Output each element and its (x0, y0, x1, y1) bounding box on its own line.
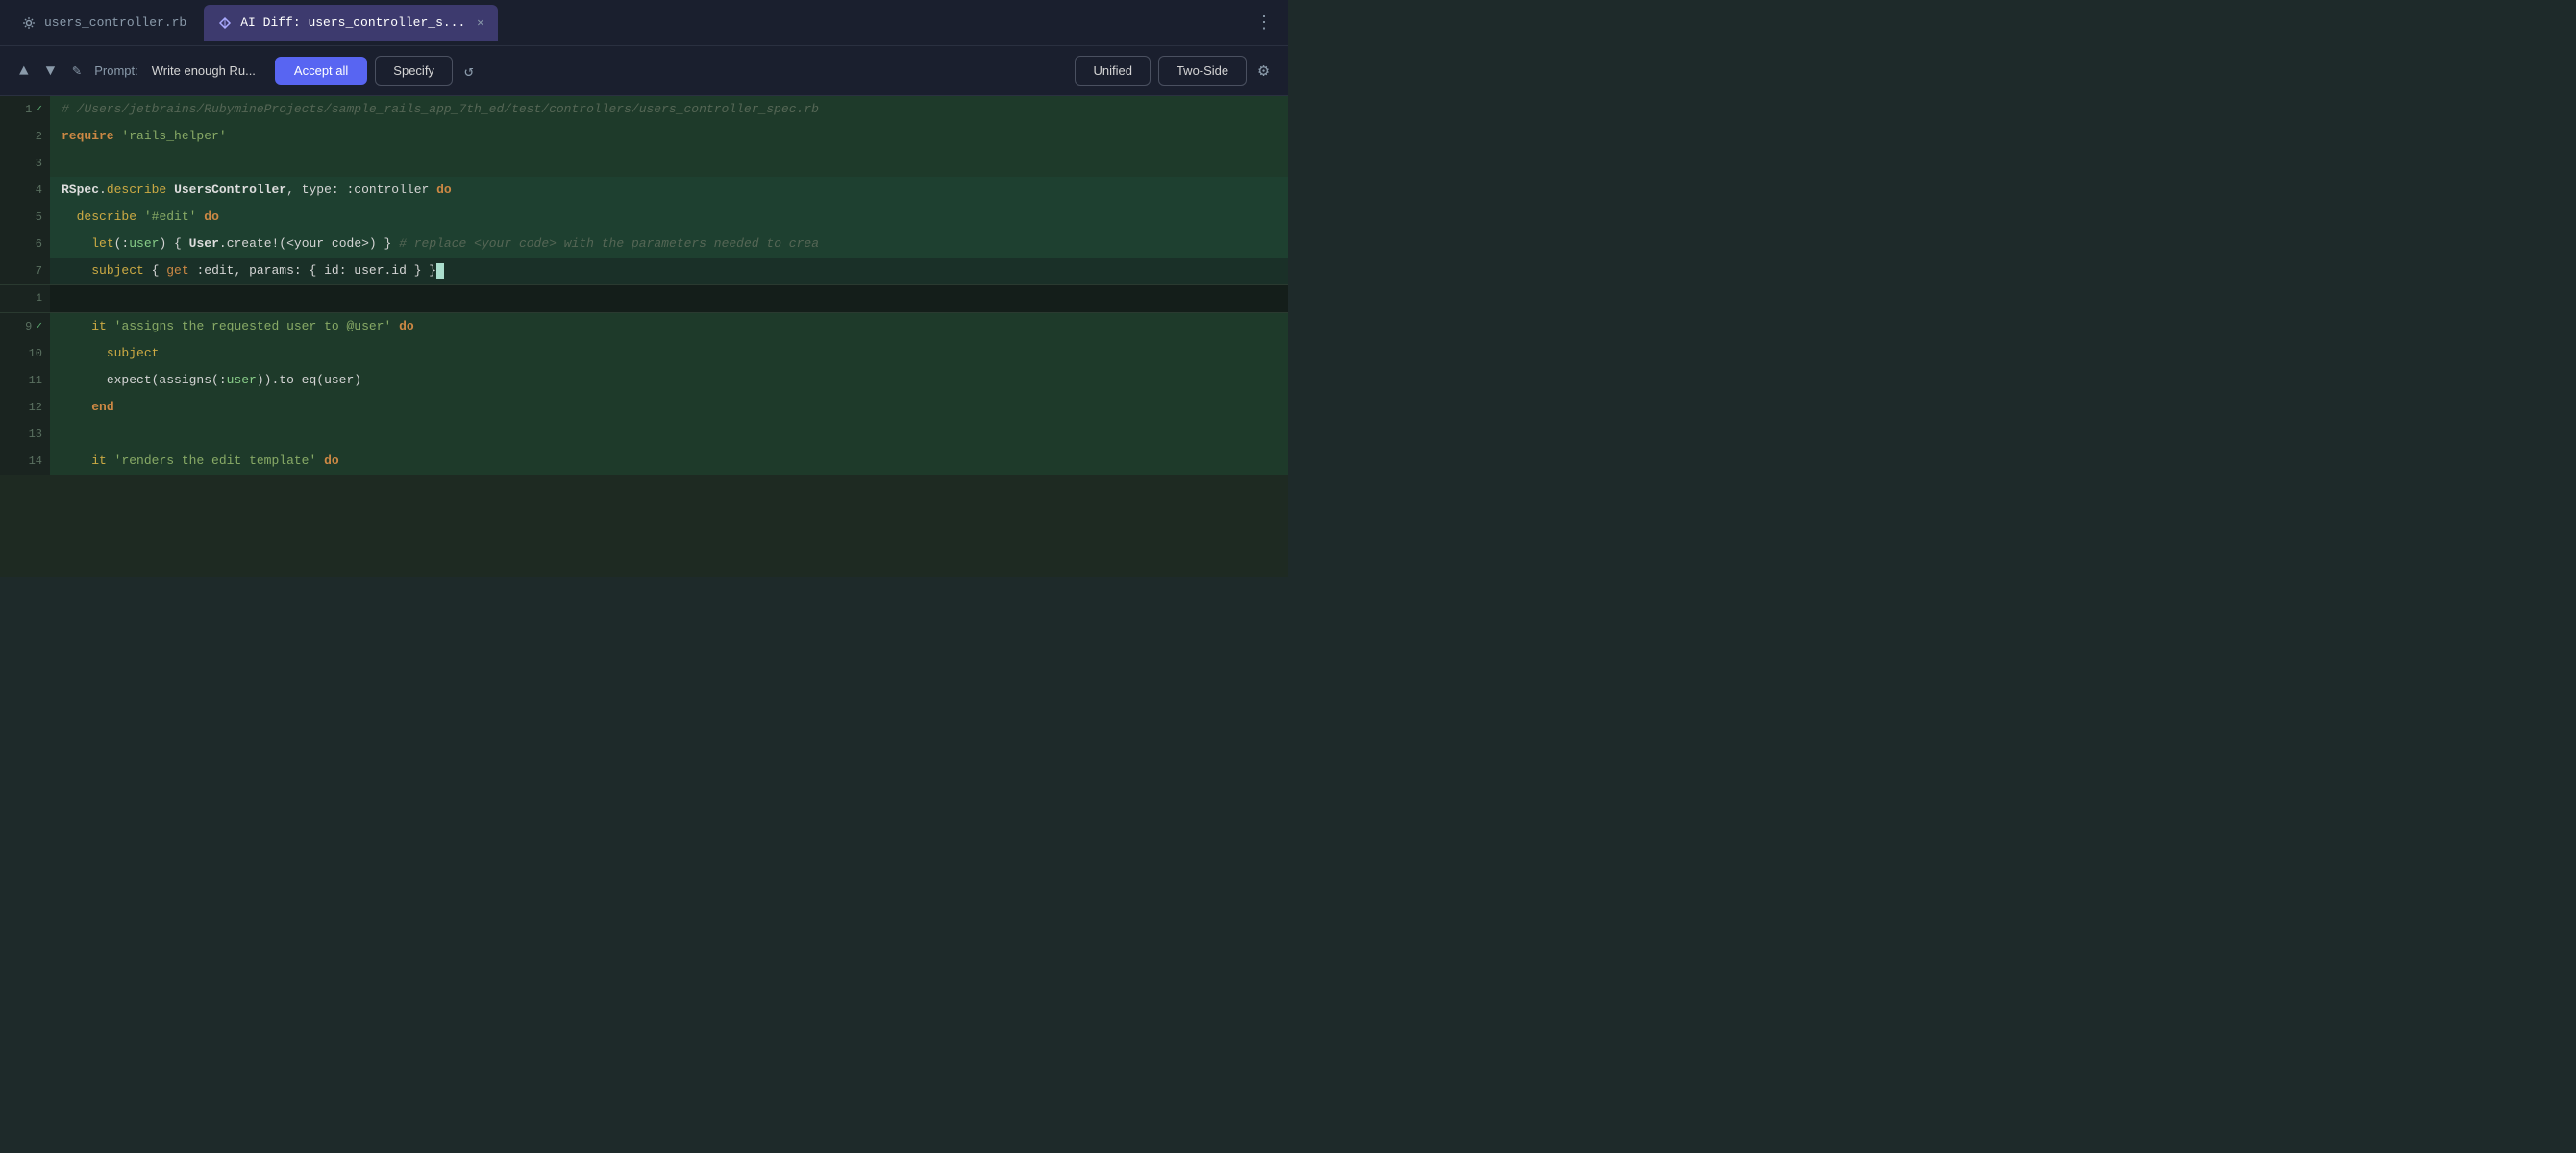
line-content: require 'rails_helper' (50, 123, 1288, 150)
specify-button[interactable]: Specify (375, 56, 453, 86)
line-content: it 'renders the edit template' do (50, 448, 1288, 475)
line-number: 2 (0, 123, 50, 150)
toolbar-right: Unified Two-Side ⚙ (1075, 56, 1273, 86)
pencil-icon[interactable]: ✎ (68, 58, 85, 84)
twoside-button[interactable]: Two-Side (1158, 56, 1247, 86)
toolbar-left: ▲ ▼ ✎ Prompt: Write enough Ru... (15, 58, 256, 84)
refresh-icon[interactable]: ↺ (460, 58, 478, 85)
line-content: # /Users/jetbrains/RubymineProjects/samp… (50, 96, 1288, 123)
gear-icon (21, 15, 37, 31)
close-icon[interactable]: ✕ (477, 15, 483, 30)
accept-all-button[interactable]: Accept all (275, 57, 367, 85)
line-number: 5 (0, 204, 50, 231)
line-content: subject (50, 340, 1288, 367)
code-line-10: 10 subject (0, 340, 1288, 367)
line-number: 1✓ (0, 96, 50, 123)
tab-bar-left: users_controller.rb AI Diff: users_contr… (8, 5, 498, 41)
tab-bar: users_controller.rb AI Diff: users_contr… (0, 0, 1288, 46)
line-content: describe '#edit' do (50, 204, 1288, 231)
settings-icon[interactable]: ⚙ (1254, 57, 1273, 86)
line-number: 12 (0, 394, 50, 421)
line-number: 9✓ (0, 313, 50, 340)
tab-users-controller[interactable]: users_controller.rb (8, 5, 200, 41)
cursor (436, 263, 444, 279)
line-content (50, 421, 1288, 448)
tab-ai-diff-label: AI Diff: users_controller_s... (240, 15, 465, 30)
code-line-3: 3 (0, 150, 1288, 177)
line-check-icon: ✓ (36, 313, 42, 340)
line-content: expect(assigns(:user)).to eq(user) (50, 367, 1288, 394)
code-line-5: 5 describe '#edit' do (0, 204, 1288, 231)
line-number: 11 (0, 367, 50, 394)
line-number: 10 (0, 340, 50, 367)
tab-bar-right: ⋮ (1248, 9, 1280, 37)
code-line-12: 12 end (0, 394, 1288, 421)
line-number: 1 (0, 285, 50, 312)
prompt-label: Prompt: (94, 63, 138, 78)
tab-users-controller-label: users_controller.rb (44, 15, 186, 30)
code-line-6: 6 let(:user) { User.create!(<your code>)… (0, 231, 1288, 258)
code-line-1: 1 (0, 284, 1288, 313)
nav-up-button[interactable]: ▲ (15, 59, 33, 84)
line-content: it 'assigns the requested user to @user'… (50, 313, 1288, 340)
line-content (50, 150, 1288, 177)
line-content: end (50, 394, 1288, 421)
more-options-button[interactable]: ⋮ (1248, 9, 1280, 37)
code-line-2: 2require 'rails_helper' (0, 123, 1288, 150)
line-content (50, 285, 1288, 312)
code-line-1: 1✓# /Users/jetbrains/RubymineProjects/sa… (0, 96, 1288, 123)
tab-ai-diff[interactable]: AI Diff: users_controller_s... ✕ (204, 5, 497, 41)
ai-icon (217, 15, 233, 31)
unified-button[interactable]: Unified (1075, 56, 1150, 86)
line-number: 14 (0, 448, 50, 475)
code-line-9: 9✓ it 'assigns the requested user to @us… (0, 313, 1288, 340)
prompt-text: Write enough Ru... (152, 63, 256, 78)
line-content: subject { get :edit, params: { id: user.… (50, 258, 1288, 284)
code-editor: 1✓# /Users/jetbrains/RubymineProjects/sa… (0, 96, 1288, 576)
line-number: 6 (0, 231, 50, 258)
code-line-13: 13 (0, 421, 1288, 448)
line-content: RSpec.describe UsersController, type: :c… (50, 177, 1288, 204)
code-line-14: 14 it 'renders the edit template' do (0, 448, 1288, 475)
line-number: 3 (0, 150, 50, 177)
line-number: 7 (0, 258, 50, 284)
line-number: 4 (0, 177, 50, 204)
code-line-4: 4RSpec.describe UsersController, type: :… (0, 177, 1288, 204)
line-number: 13 (0, 421, 50, 448)
code-line-11: 11 expect(assigns(:user)).to eq(user) (0, 367, 1288, 394)
code-line-7: 7 subject { get :edit, params: { id: use… (0, 258, 1288, 284)
toolbar: ▲ ▼ ✎ Prompt: Write enough Ru... Accept … (0, 46, 1288, 96)
nav-down-button[interactable]: ▼ (42, 59, 60, 84)
toolbar-center: Accept all Specify ↺ (275, 56, 478, 86)
line-content: let(:user) { User.create!(<your code>) }… (50, 231, 1288, 258)
line-check-icon: ✓ (36, 96, 42, 123)
